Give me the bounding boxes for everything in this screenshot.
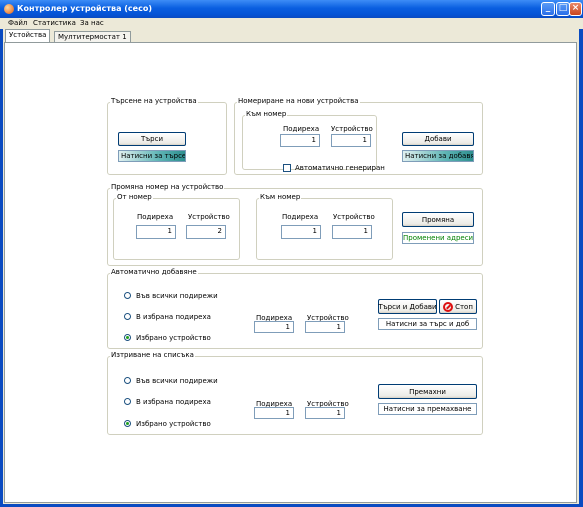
remove-radio-section[interactable]: [124, 398, 131, 405]
remove-section-input[interactable]: 1: [254, 407, 294, 419]
change-from-device-input[interactable]: 2: [186, 225, 226, 239]
numbering-legend: Номериране на нови устройства: [237, 97, 360, 105]
change-from-device-label: Устройство: [188, 213, 230, 221]
auto-add-radio-section-label: В избрана подиреха: [136, 313, 211, 321]
change-from-legend: От номер: [116, 193, 153, 201]
change-to-device-label: Устройство: [333, 213, 375, 221]
window-border-left: [0, 18, 3, 507]
minimize-icon[interactable]: _: [541, 2, 555, 16]
remove-radio-device-label: Избрано устройство: [136, 420, 211, 428]
numbering-section-label: Подиреха: [283, 125, 320, 133]
change-to-device-input[interactable]: 1: [332, 225, 372, 239]
menu-about[interactable]: За нас: [80, 19, 104, 27]
menu-bar: Файл Статистика За нас: [0, 18, 583, 29]
auto-add-device-input[interactable]: 1: [305, 321, 345, 333]
add-button[interactable]: Добави: [402, 132, 474, 146]
auto-add-radio-all-label: Във всички подирежи: [136, 292, 218, 300]
change-to-section-input[interactable]: 1: [281, 225, 321, 239]
window-title: Контролер устройства (сесо): [17, 4, 152, 13]
add-status: Натисни за добавяне: [402, 150, 474, 162]
numbering-device-label: Устройство: [331, 125, 373, 133]
auto-add-radio-section[interactable]: [124, 313, 131, 320]
change-to-group: [256, 198, 393, 260]
search-status: Натисни за търсене: [118, 150, 186, 162]
window-border-right: [579, 18, 583, 507]
remove-device-input[interactable]: 1: [305, 407, 345, 419]
stop-icon: [443, 301, 454, 312]
menu-statistics[interactable]: Статистика: [33, 19, 76, 27]
auto-add-radio-all[interactable]: [124, 292, 131, 299]
change-from-section-input[interactable]: 1: [136, 225, 176, 239]
remove-radio-all-label: Във всички подирежи: [136, 377, 218, 385]
app-icon: [4, 4, 14, 14]
auto-generate-checkbox[interactable]: [283, 164, 291, 172]
change-to-section-label: Подиреха: [282, 213, 319, 221]
search-add-button[interactable]: Търси и Добави: [378, 299, 437, 314]
change-button[interactable]: Промяна: [402, 212, 474, 227]
remove-button[interactable]: Премахни: [378, 384, 477, 399]
change-status: Променени адреси!: [402, 232, 474, 244]
tab-multithermostat[interactable]: Мултитермостат 1: [54, 31, 131, 42]
change-legend: Промяна номер на устройство: [110, 183, 225, 191]
stop-button-label: Стоп: [455, 302, 473, 311]
auto-add-section-input[interactable]: 1: [254, 321, 294, 333]
remove-status: Натисни за премахване: [378, 403, 477, 415]
search-button[interactable]: Търси: [118, 132, 186, 146]
close-icon[interactable]: ×: [569, 2, 582, 16]
title-bar: Контролер устройства (сесо) _ □ ×: [0, 0, 583, 18]
remove-legend: Изтриване на списъка: [110, 351, 195, 359]
search-legend: Търсене на устройства: [110, 97, 198, 105]
tab-devices[interactable]: Устойства: [5, 29, 51, 42]
maximize-icon[interactable]: □: [556, 2, 570, 16]
stop-button[interactable]: Стоп: [439, 299, 477, 314]
auto-add-legend: Автоматично добавяне: [110, 268, 198, 276]
remove-radio-device[interactable]: [124, 420, 131, 427]
numbering-section-input[interactable]: 1: [280, 134, 320, 147]
auto-add-radio-device-label: Избрано устройство: [136, 334, 211, 342]
change-from-section-label: Подиреха: [137, 213, 174, 221]
auto-add-radio-device[interactable]: [124, 334, 131, 341]
remove-radio-section-label: В избрана подиреха: [136, 398, 211, 406]
remove-radio-all[interactable]: [124, 377, 131, 384]
numbering-device-input[interactable]: 1: [331, 134, 371, 147]
auto-add-status: Натисни за търс и доб: [378, 318, 477, 330]
menu-file[interactable]: Файл: [8, 19, 27, 27]
auto-generate-label: Автоматично генериран: [295, 164, 385, 172]
numbering-target-legend: Към номер: [245, 110, 288, 118]
change-to-legend: Към номер: [259, 193, 302, 201]
